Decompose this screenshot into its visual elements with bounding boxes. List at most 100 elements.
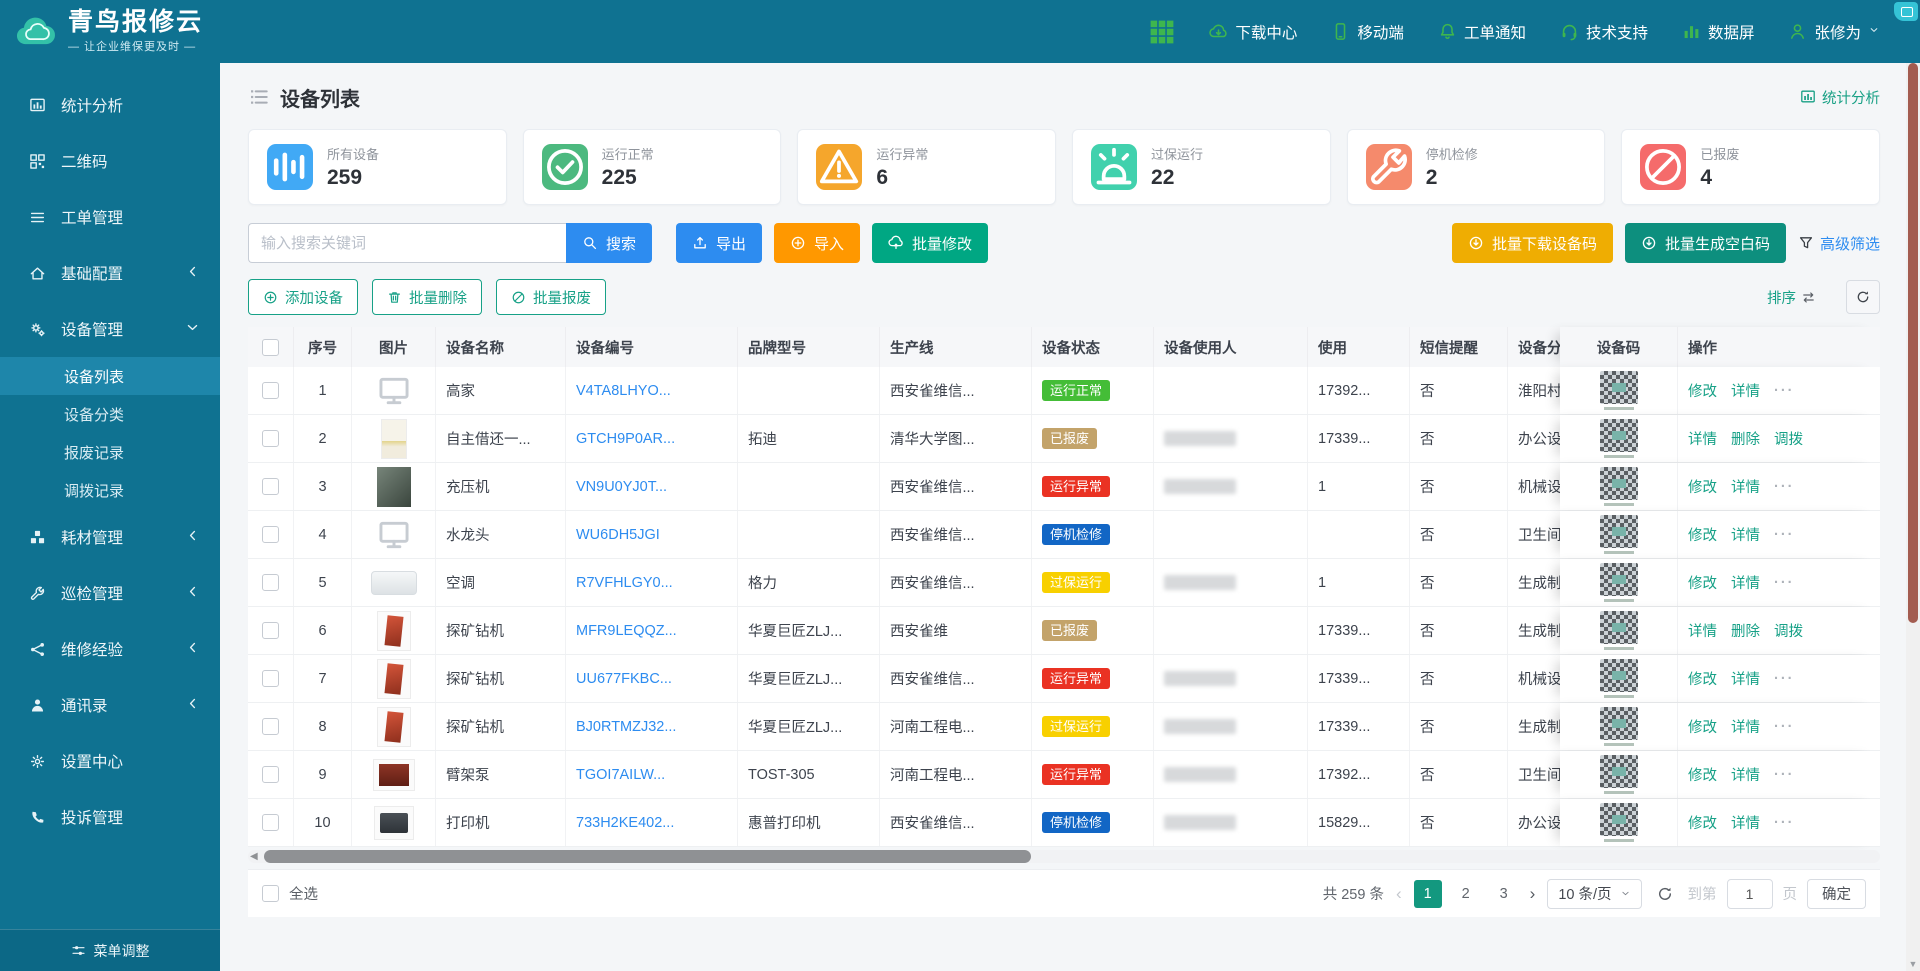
- header-checkbox[interactable]: [262, 339, 279, 356]
- column-header-1[interactable]: 图片: [352, 327, 436, 367]
- batch-scrap-button[interactable]: 批量报废: [496, 279, 606, 315]
- nav-item-5[interactable]: 数据屏: [1682, 21, 1755, 43]
- more-actions-link[interactable]: ···: [1774, 815, 1795, 831]
- nav-item-2[interactable]: 移动端: [1331, 21, 1404, 43]
- row-checkbox[interactable]: [262, 766, 279, 783]
- next-page-button[interactable]: ›: [1528, 884, 1538, 904]
- device-qr-code[interactable]: [1600, 371, 1638, 404]
- stats-analysis-link[interactable]: 统计分析: [1800, 87, 1880, 108]
- action-link-0[interactable]: 修改: [1688, 572, 1717, 593]
- column-header-5[interactable]: 生产线: [880, 327, 1032, 367]
- column-header-qr[interactable]: 设备码: [1560, 327, 1678, 367]
- action-link-1[interactable]: 详情: [1731, 476, 1760, 497]
- sidebar-item-8[interactable]: 通讯录: [0, 677, 220, 733]
- device-qr-code[interactable]: [1600, 707, 1638, 740]
- goto-confirm-button[interactable]: 确定: [1807, 879, 1866, 909]
- nav-item-1[interactable]: 下载中心: [1209, 21, 1297, 43]
- prev-page-button[interactable]: ‹: [1394, 884, 1404, 904]
- row-checkbox[interactable]: [262, 430, 279, 447]
- action-link-0[interactable]: 修改: [1688, 380, 1717, 401]
- action-link-0[interactable]: 详情: [1688, 620, 1717, 641]
- stat-card-2[interactable]: 运行异常 6: [797, 129, 1056, 205]
- device-qr-code[interactable]: [1600, 563, 1638, 596]
- batch-download-code-button[interactable]: 批量下载设备码: [1452, 223, 1613, 263]
- device-code-link[interactable]: V4TA8LHYO...: [576, 383, 671, 399]
- horizontal-scrollbar-thumb[interactable]: [264, 850, 1031, 863]
- row-checkbox[interactable]: [262, 526, 279, 543]
- sidebar-item-3[interactable]: 基础配置: [0, 245, 220, 301]
- device-code-link[interactable]: 733H2KE402...: [576, 815, 674, 831]
- page-number-1[interactable]: 1: [1414, 880, 1442, 908]
- device-qr-code[interactable]: [1600, 755, 1638, 788]
- more-actions-link[interactable]: ···: [1774, 527, 1795, 543]
- device-qr-code[interactable]: [1600, 515, 1638, 548]
- action-link-0[interactable]: 修改: [1688, 668, 1717, 689]
- select-all-checkbox[interactable]: [262, 885, 279, 902]
- device-code-link[interactable]: TGOI7AILW...: [576, 767, 665, 783]
- sidebar-item-1[interactable]: 二维码: [0, 133, 220, 189]
- sidebar-subitem-4-1[interactable]: 设备分类: [0, 395, 220, 433]
- scroll-down-arrow-icon[interactable]: ▼: [1906, 959, 1920, 969]
- sidebar-subitem-4-2[interactable]: 报废记录: [0, 433, 220, 471]
- row-checkbox[interactable]: [262, 670, 279, 687]
- action-link-0[interactable]: 修改: [1688, 524, 1717, 545]
- action-link-1[interactable]: 详情: [1731, 380, 1760, 401]
- column-header-ops[interactable]: 操作: [1678, 327, 1880, 367]
- action-link-0[interactable]: 修改: [1688, 716, 1717, 737]
- sidebar-item-4[interactable]: 设备管理: [0, 301, 220, 357]
- apps-grid-button[interactable]: [1149, 19, 1175, 45]
- action-link-0[interactable]: 详情: [1688, 428, 1717, 449]
- stat-card-1[interactable]: 运行正常 225: [523, 129, 782, 205]
- page-number-2[interactable]: 2: [1452, 880, 1480, 908]
- goto-page-input[interactable]: [1727, 879, 1773, 909]
- row-checkbox[interactable]: [262, 814, 279, 831]
- batch-blank-code-button[interactable]: 批量生成空白码: [1625, 223, 1786, 263]
- column-header-7[interactable]: 设备使用人: [1154, 327, 1308, 367]
- add-device-button[interactable]: 添加设备: [248, 279, 358, 315]
- stat-card-0[interactable]: 所有设备 259: [248, 129, 507, 205]
- device-code-link[interactable]: VN9U0YJ0T...: [576, 479, 667, 495]
- row-checkbox[interactable]: [262, 718, 279, 735]
- column-header-4[interactable]: 品牌型号: [738, 327, 880, 367]
- search-button[interactable]: 搜索: [566, 223, 652, 263]
- sidebar-item-6[interactable]: 巡检管理: [0, 565, 220, 621]
- floating-widget-icon[interactable]: [1894, 2, 1918, 21]
- device-qr-code[interactable]: [1600, 659, 1638, 692]
- sidebar-item-10[interactable]: 投诉管理: [0, 789, 220, 845]
- vertical-scrollbar[interactable]: ▼: [1906, 63, 1920, 971]
- nav-item-4[interactable]: 技术支持: [1560, 21, 1648, 43]
- action-link-0[interactable]: 修改: [1688, 476, 1717, 497]
- device-code-link[interactable]: BJ0RTMZJ32...: [576, 719, 676, 735]
- action-link-1[interactable]: 详情: [1731, 812, 1760, 833]
- more-actions-link[interactable]: ···: [1774, 383, 1795, 399]
- scroll-left-arrow-icon[interactable]: ◀: [250, 850, 258, 863]
- page-number-3[interactable]: 3: [1490, 880, 1518, 908]
- device-qr-code[interactable]: [1600, 803, 1638, 836]
- vertical-scrollbar-thumb[interactable]: [1908, 63, 1918, 623]
- export-button[interactable]: 导出: [676, 223, 762, 263]
- device-qr-code[interactable]: [1600, 467, 1638, 500]
- column-header-2[interactable]: 设备名称: [436, 327, 566, 367]
- column-header-9[interactable]: 短信提醒: [1410, 327, 1508, 367]
- more-actions-link[interactable]: ···: [1774, 671, 1795, 687]
- stat-card-5[interactable]: 已报废 4: [1621, 129, 1880, 205]
- advanced-filter-link[interactable]: 高级筛选: [1798, 233, 1880, 254]
- row-checkbox[interactable]: [262, 622, 279, 639]
- horizontal-scrollbar[interactable]: ◀: [248, 850, 1880, 863]
- table-refresh-button[interactable]: [1846, 280, 1880, 314]
- more-actions-link[interactable]: ···: [1774, 575, 1795, 591]
- action-link-1[interactable]: 详情: [1731, 572, 1760, 593]
- column-header-3[interactable]: 设备编号: [566, 327, 738, 367]
- sidebar-item-7[interactable]: 维修经验: [0, 621, 220, 677]
- action-link-2[interactable]: 调拨: [1774, 620, 1803, 641]
- action-link-0[interactable]: 修改: [1688, 812, 1717, 833]
- nav-item-6[interactable]: 张修为: [1788, 21, 1880, 43]
- action-link-2[interactable]: 调拨: [1774, 428, 1803, 449]
- sidebar-item-0[interactable]: 统计分析: [0, 77, 220, 133]
- action-link-1[interactable]: 删除: [1731, 620, 1760, 641]
- nav-item-3[interactable]: 工单通知: [1438, 21, 1526, 43]
- column-header-6[interactable]: 设备状态: [1032, 327, 1154, 367]
- batch-edit-button[interactable]: 批量修改: [872, 223, 988, 263]
- page-size-select[interactable]: 10 条/页: [1547, 879, 1641, 909]
- batch-delete-button[interactable]: 批量删除: [372, 279, 482, 315]
